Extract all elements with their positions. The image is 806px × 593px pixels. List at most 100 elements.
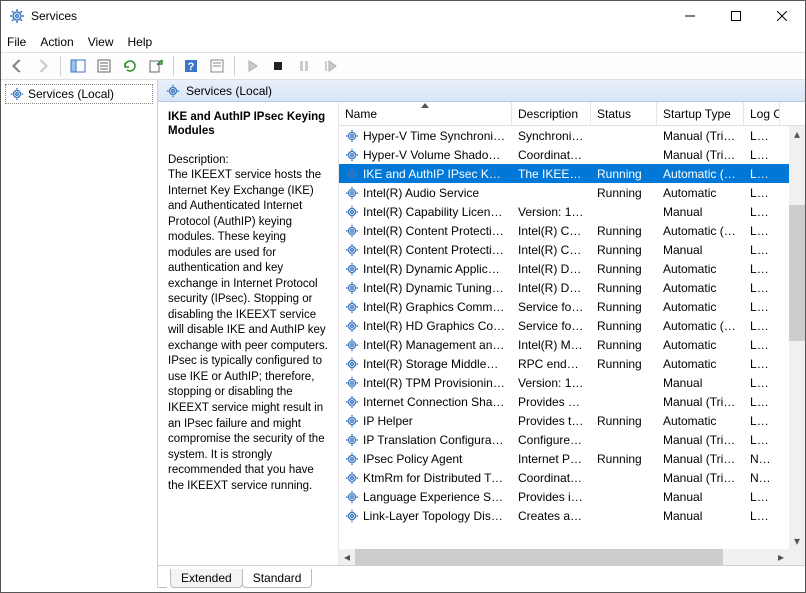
pause-service-button[interactable] [292, 54, 316, 78]
service-detail-panel: IKE and AuthIP IPsec Keying Modules Desc… [158, 102, 338, 565]
service-status: Running [591, 186, 657, 200]
description-text: The IKEEXT service hosts the Internet Ke… [168, 168, 332, 494]
tab-standard[interactable]: Standard [242, 569, 313, 588]
service-row[interactable]: Link-Layer Topology Discov...Creates a N… [339, 506, 789, 525]
scroll-down-icon[interactable]: ▾ [789, 533, 805, 549]
service-row[interactable]: Intel(R) Content Protection ...Intel(R) … [339, 240, 789, 259]
help-topics-button[interactable] [205, 54, 229, 78]
tree-pane: Services (Local) [1, 80, 158, 588]
service-row[interactable]: Intel(R) Dynamic Applicatio...Intel(R) D… [339, 259, 789, 278]
service-startup: Manual [657, 205, 744, 219]
service-row[interactable]: IP Translation Configuratio... Configures… [339, 430, 789, 449]
right-pane: Services (Local) IKE and AuthIP IPsec Ke… [158, 80, 805, 588]
menu-file[interactable]: File [7, 35, 26, 49]
service-row[interactable]: IKE and AuthIP IPsec Keying...The IKEEXT… [339, 164, 789, 183]
service-startup: Automatic (T... [657, 167, 744, 181]
service-startup: Automatic [657, 357, 744, 371]
service-row[interactable]: Intel(R) Content Protection ...Intel(R) … [339, 221, 789, 240]
scroll-left-icon[interactable]: ◂ [339, 549, 355, 565]
service-status: Running [591, 414, 657, 428]
service-row[interactable]: Intel(R) TPM Provisioning S...Version: 1… [339, 373, 789, 392]
service-row[interactable]: Hyper-V Time Synchronizati...Synchronize… [339, 126, 789, 145]
service-row[interactable]: Intel(R) Storage Middleware...RPC endpoi… [339, 354, 789, 373]
service-logon: Loca [744, 167, 780, 181]
service-status: Running [591, 224, 657, 238]
service-row[interactable]: Intel(R) HD Graphics Contro...Service fo… [339, 316, 789, 335]
service-row[interactable]: Intel(R) Audio ServiceRunningAutomaticLo… [339, 183, 789, 202]
service-status: Running [591, 357, 657, 371]
gear-icon [345, 224, 359, 238]
service-row[interactable]: Hyper-V Volume Shadow C...Coordinates...… [339, 145, 789, 164]
service-row[interactable]: Intel(R) Dynamic Tuning ser...Intel(R) D… [339, 278, 789, 297]
toolbar: ? [1, 52, 805, 80]
column-headers: Name Description Status Startup Type Log… [339, 102, 805, 126]
scroll-up-icon[interactable]: ▴ [789, 126, 805, 142]
service-row[interactable]: IPsec Policy AgentInternet Pro...Running… [339, 449, 789, 468]
gear-icon [345, 281, 359, 295]
service-row[interactable]: Intel(R) Capability Licensing...Version:… [339, 202, 789, 221]
column-header-logon[interactable]: Log On As [744, 102, 780, 125]
service-name: Intel(R) Graphics Command... [363, 300, 506, 314]
gear-icon [345, 433, 359, 447]
vertical-scrollbar[interactable]: ▴ ▾ [789, 126, 805, 549]
service-name: Intel(R) Storage Middleware... [363, 357, 506, 371]
column-header-status[interactable]: Status [591, 102, 657, 125]
show-hide-tree-button[interactable] [66, 54, 90, 78]
service-description: Configures ... [512, 433, 591, 447]
menu-action[interactable]: Action [40, 35, 73, 49]
column-header-startup[interactable]: Startup Type [657, 102, 744, 125]
service-logon: Loca [744, 243, 780, 257]
view-tabs: Extended Standard [158, 566, 805, 588]
service-name: Intel(R) HD Graphics Contro... [363, 319, 506, 333]
gear-icon [345, 490, 359, 504]
vscroll-thumb[interactable] [789, 205, 805, 342]
export-button[interactable] [144, 54, 168, 78]
gear-icon [345, 338, 359, 352]
scroll-right-icon[interactable]: ▸ [773, 549, 789, 565]
service-name: Intel(R) Audio Service [363, 186, 506, 200]
service-name: IP Translation Configuratio... [363, 433, 506, 447]
pane-header-text: Services (Local) [186, 84, 272, 98]
service-startup: Automatic [657, 186, 744, 200]
start-service-button[interactable] [240, 54, 264, 78]
close-button[interactable] [759, 1, 805, 31]
hscroll-thumb[interactable] [355, 549, 723, 565]
service-row[interactable]: Language Experience ServiceProvides inf.… [339, 487, 789, 506]
help-button[interactable]: ? [179, 54, 203, 78]
minimize-button[interactable] [667, 1, 713, 31]
maximize-button[interactable] [713, 1, 759, 31]
stop-service-button[interactable] [266, 54, 290, 78]
service-name: Link-Layer Topology Discov... [363, 509, 506, 523]
service-name: IP Helper [363, 414, 506, 428]
main-body: Services (Local) Services (Local) IKE an… [1, 80, 805, 588]
restart-service-button[interactable] [318, 54, 342, 78]
menu-help[interactable]: Help [128, 35, 153, 49]
service-name: Intel(R) Dynamic Applicatio... [363, 262, 506, 276]
forward-button[interactable] [31, 54, 55, 78]
service-status: Running [591, 281, 657, 295]
service-logon: Loca [744, 205, 780, 219]
service-description: Provides tu... [512, 414, 591, 428]
menu-view[interactable]: View [88, 35, 114, 49]
service-logon: Loca [744, 376, 780, 390]
service-logon: Loca [744, 395, 780, 409]
scrollbar-corner [789, 549, 805, 565]
service-name: Language Experience Service [363, 490, 506, 504]
service-row[interactable]: Internet Connection Sharin...Provides ne… [339, 392, 789, 411]
service-name: Intel(R) Dynamic Tuning ser... [363, 281, 506, 295]
gear-icon [345, 243, 359, 257]
column-header-name[interactable]: Name [339, 102, 512, 125]
properties-button[interactable] [92, 54, 116, 78]
service-row[interactable]: IP HelperProvides tu...RunningAutomaticL… [339, 411, 789, 430]
service-row[interactable]: KtmRm for Distributed Tran...Coordinates… [339, 468, 789, 487]
refresh-button[interactable] [118, 54, 142, 78]
tree-root-services-local[interactable]: Services (Local) [5, 84, 153, 104]
tab-extended[interactable]: Extended [170, 569, 243, 588]
horizontal-scrollbar[interactable]: ◂ ▸ [339, 549, 789, 565]
services-app-icon [9, 8, 25, 24]
gear-icon [345, 300, 359, 314]
service-row[interactable]: Intel(R) Management and S...Intel(R) Ma.… [339, 335, 789, 354]
column-header-description[interactable]: Description [512, 102, 591, 125]
service-row[interactable]: Intel(R) Graphics Command...Service for … [339, 297, 789, 316]
back-button[interactable] [5, 54, 29, 78]
